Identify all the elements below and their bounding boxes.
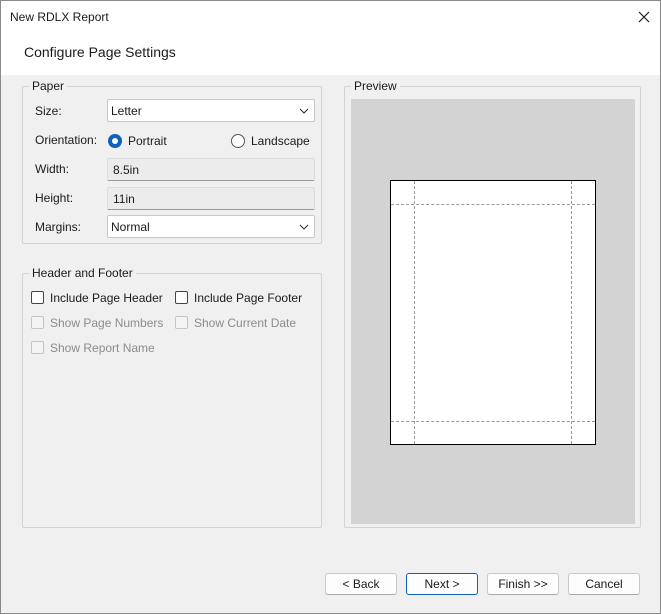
landscape-label[interactable]: Landscape: [251, 134, 310, 148]
show-current-date-checkbox[interactable]: [175, 316, 188, 329]
cancel-button[interactable]: Cancel: [568, 573, 640, 595]
margins-select[interactable]: Normal: [107, 215, 315, 238]
show-page-numbers-checkbox[interactable]: [31, 316, 44, 329]
size-label: Size:: [35, 104, 62, 118]
close-button[interactable]: [628, 1, 660, 32]
back-button[interactable]: < Back: [325, 573, 397, 595]
include-page-footer-label[interactable]: Include Page Footer: [194, 291, 302, 305]
width-field[interactable]: 8.5in: [107, 158, 315, 181]
height-field[interactable]: 11in: [107, 187, 315, 210]
show-current-date-label[interactable]: Show Current Date: [194, 316, 296, 330]
top-margin-guide: [391, 204, 595, 205]
close-icon: [638, 11, 650, 22]
height-value: 11in: [113, 192, 135, 206]
size-select[interactable]: Letter: [107, 99, 315, 122]
next-button[interactable]: Next >: [406, 573, 478, 595]
dialog-window: New RDLX Report Configure Page Settings …: [0, 0, 661, 614]
width-value: 8.5in: [113, 163, 140, 177]
landscape-radio[interactable]: [231, 134, 245, 148]
header-footer-group: Header and Footer: [22, 266, 322, 528]
orientation-label: Orientation:: [35, 133, 98, 147]
bottom-margin-guide: [391, 421, 595, 422]
show-report-name-label[interactable]: Show Report Name: [50, 341, 155, 355]
header-footer-legend: Header and Footer: [29, 266, 136, 280]
chevron-down-icon: [299, 224, 309, 230]
width-label: Width:: [35, 162, 70, 176]
include-page-footer-checkbox[interactable]: [175, 291, 188, 304]
preview-canvas: [351, 99, 635, 524]
include-page-header-label[interactable]: Include Page Header: [50, 291, 163, 305]
height-label: Height:: [35, 191, 74, 205]
window-title: New RDLX Report: [10, 10, 109, 24]
margins-label: Margins:: [35, 220, 82, 234]
left-margin-guide: [414, 181, 415, 444]
include-page-header-checkbox[interactable]: [31, 291, 44, 304]
margins-value: Normal: [111, 220, 150, 234]
page-title: Configure Page Settings: [24, 44, 176, 60]
preview-legend: Preview: [351, 79, 400, 93]
finish-button[interactable]: Finish >>: [487, 573, 559, 595]
preview-page: [390, 180, 596, 445]
show-page-numbers-label[interactable]: Show Page Numbers: [50, 316, 163, 330]
portrait-radio[interactable]: [108, 134, 122, 148]
portrait-label[interactable]: Portrait: [128, 134, 167, 148]
title-bar: New RDLX Report: [1, 1, 660, 32]
right-margin-guide: [571, 181, 572, 444]
page-header: Configure Page Settings: [1, 32, 660, 75]
show-report-name-checkbox[interactable]: [31, 341, 44, 354]
chevron-down-icon: [299, 108, 309, 114]
paper-legend: Paper: [29, 79, 68, 93]
size-value: Letter: [111, 104, 142, 118]
